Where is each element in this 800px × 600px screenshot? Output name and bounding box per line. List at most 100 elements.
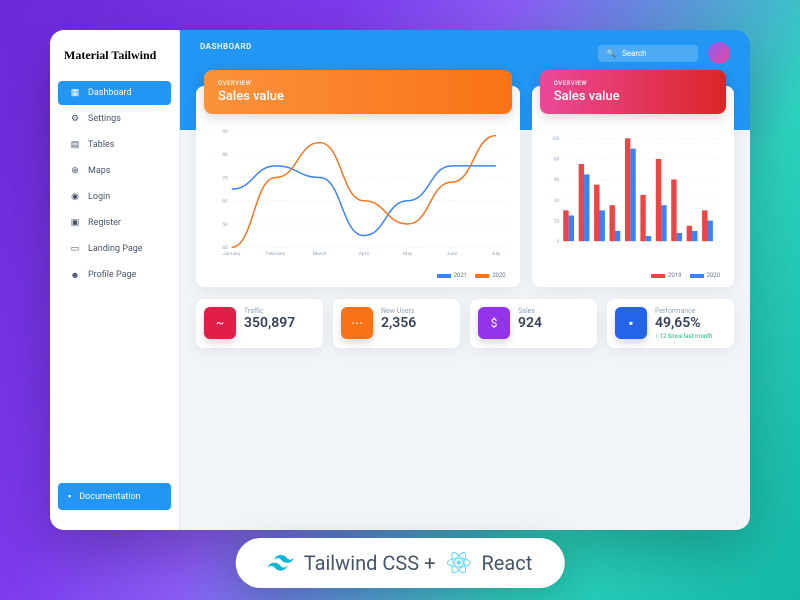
search-input[interactable] (622, 49, 682, 58)
main-content: DASHBOARD 🔍 OVERVIEW Sales value 4050607 (180, 30, 750, 530)
svg-text:80: 80 (554, 158, 559, 163)
sidebar-item-register[interactable]: ▣ Register (58, 211, 171, 235)
svg-text:April: April (359, 251, 369, 257)
stat-icon: $ (478, 307, 510, 339)
stat-body: Performance 49,65% ↑ 12 Since last month (655, 307, 726, 340)
stat-card-performance: ▪ Performance 49,65% ↑ 12 Since last mon… (607, 299, 734, 348)
svg-text:50: 50 (222, 222, 228, 228)
nav-icon: ⊕ (70, 166, 80, 176)
legend-item: 2021 (437, 272, 468, 279)
search-icon: 🔍 (606, 49, 616, 58)
sidebar-item-tables[interactable]: ▤ Tables (58, 133, 171, 157)
svg-text:June: June (446, 251, 457, 257)
stat-body: New Users 2,356 (381, 307, 452, 331)
nav-icon: ▭ (70, 244, 80, 254)
promo-text-1: Tailwind CSS + (304, 551, 436, 575)
svg-text:May: May (403, 251, 413, 257)
nav-icon: ▦ (70, 88, 80, 98)
app-window: Material Tailwind ▦ Dashboard ⚙ Settings ▤ Ta… (50, 30, 750, 530)
nav-label: Profile Page (88, 270, 136, 280)
legend-item: 2019 (651, 272, 682, 279)
line-chart-card: OVERVIEW Sales value 405060708090January… (196, 86, 520, 287)
legend-item: 2020 (475, 272, 506, 279)
stat-card-traffic: ~ Traffic 350,897 (196, 299, 323, 348)
svg-text:80: 80 (222, 152, 228, 158)
doc-icon: ▪ (68, 491, 71, 502)
stat-icon: ⋯ (341, 307, 373, 339)
content-area: OVERVIEW Sales value 405060708090January… (180, 86, 750, 530)
svg-text:February: February (266, 251, 286, 257)
stat-value: 49,65% (655, 315, 726, 331)
overview-label: OVERVIEW (218, 80, 498, 87)
promo-pill: Tailwind CSS + React (236, 538, 565, 588)
react-icon (445, 550, 471, 576)
nav-icon: ◉ (70, 192, 80, 202)
sidebar: Material Tailwind ▦ Dashboard ⚙ Settings ▤ Ta… (50, 30, 180, 530)
stat-body: Sales 924 (518, 307, 589, 331)
sidebar-item-login[interactable]: ◉ Login (58, 185, 171, 209)
line-chart-body: 405060708090JanuaryFebruaryMarchAprilMay… (196, 122, 520, 272)
documentation-button[interactable]: ▪ Documentation (58, 483, 171, 510)
svg-text:60: 60 (554, 178, 559, 183)
charts-row: OVERVIEW Sales value 405060708090January… (196, 86, 734, 287)
nav-icon: ▣ (70, 218, 80, 228)
sidebar-item-profile-page[interactable]: ☻ Profile Page (58, 263, 171, 287)
svg-text:July: July (491, 251, 501, 257)
nav-icon: ▤ (70, 140, 80, 150)
bar-chart-body: 0 20 40 60 80 100 (532, 122, 734, 272)
svg-text:60: 60 (222, 199, 228, 205)
stat-value: 924 (518, 315, 589, 331)
svg-text:100: 100 (551, 137, 559, 142)
bar-chart-legend: 2019 2020 (532, 272, 734, 287)
doc-label: Documentation (79, 492, 140, 502)
stats-row: ~ Traffic 350,897 ⋯ New Users 2,356 $ Sa… (196, 299, 734, 348)
nav-label: Register (88, 218, 121, 228)
bar-chart-card: OVERVIEW Sales value 020406080100 201920… (532, 86, 734, 287)
brand-title: Material Tailwind (50, 42, 179, 79)
tailwind-icon (268, 550, 294, 576)
avatar[interactable] (708, 42, 730, 64)
sidebar-nav: ▦ Dashboard ⚙ Settings ▤ Tables ⊕ Maps ◉ Login ▣ Re… (50, 79, 179, 475)
stat-value: 350,897 (244, 315, 315, 331)
nav-label: Maps (88, 166, 110, 176)
stat-label: New Users (381, 307, 452, 315)
nav-label: Dashboard (88, 88, 132, 98)
svg-text:90: 90 (222, 129, 228, 135)
search-box[interactable]: 🔍 (598, 45, 698, 62)
chart-title: Sales value (554, 89, 712, 104)
line-chart-header: OVERVIEW Sales value (204, 70, 512, 114)
nav-label: Landing Page (88, 244, 143, 254)
stat-label: Performance (655, 307, 726, 315)
line-chart-legend: 2021 2020 (196, 272, 520, 287)
svg-text:70: 70 (222, 175, 228, 181)
sidebar-item-landing-page[interactable]: ▭ Landing Page (58, 237, 171, 261)
stat-label: Traffic (244, 307, 315, 315)
bar-chart-header: OVERVIEW Sales value (540, 70, 726, 114)
chart-title: Sales value (218, 89, 498, 104)
stat-body: Traffic 350,897 (244, 307, 315, 331)
breadcrumb: DASHBOARD (200, 42, 252, 51)
nav-label: Settings (88, 114, 121, 124)
sidebar-item-maps[interactable]: ⊕ Maps (58, 159, 171, 183)
overview-label: OVERVIEW (554, 80, 712, 87)
svg-text:March: March (313, 251, 327, 257)
stat-card-sales: $ Sales 924 (470, 299, 597, 348)
sidebar-item-dashboard[interactable]: ▦ Dashboard (58, 81, 171, 105)
stat-value: 2,356 (381, 315, 452, 331)
nav-icon: ⚙ (70, 114, 80, 124)
stat-card-new-users: ⋯ New Users 2,356 (333, 299, 460, 348)
svg-text:0: 0 (556, 240, 559, 245)
nav-icon: ☻ (70, 270, 80, 280)
nav-label: Login (88, 192, 110, 202)
stat-icon: ▪ (615, 307, 647, 339)
svg-text:January: January (223, 251, 241, 257)
nav-label: Tables (88, 140, 114, 150)
legend-item: 2020 (690, 272, 721, 279)
promo-text-2: React (481, 551, 532, 575)
stat-foot: ↑ 12 Since last month (655, 333, 726, 340)
svg-text:20: 20 (554, 219, 559, 224)
stat-icon: ~ (204, 307, 236, 339)
sidebar-item-settings[interactable]: ⚙ Settings (58, 107, 171, 131)
stat-label: Sales (518, 307, 589, 315)
svg-text:40: 40 (554, 199, 559, 204)
